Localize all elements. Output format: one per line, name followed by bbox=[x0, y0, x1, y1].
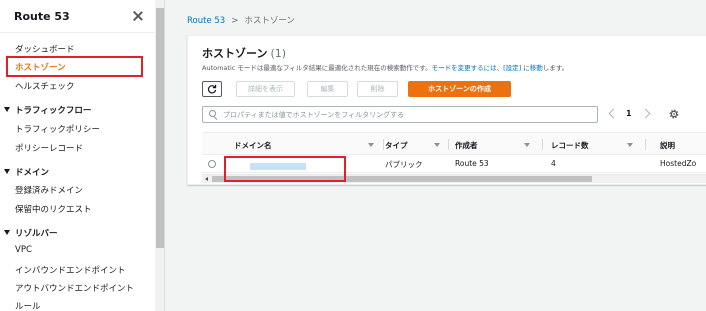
chevron-right-icon[interactable] bbox=[641, 107, 653, 121]
divider bbox=[0, 32, 155, 33]
sidebar: Route 53 ダッシュボード ホストゾーン ヘルスチェック トラフィックフロ… bbox=[0, 0, 165, 311]
row-radio[interactable] bbox=[208, 160, 216, 168]
column-header-domain[interactable]: ドメイン名 bbox=[234, 140, 272, 151]
breadcrumb-current: ホストゾーン bbox=[244, 16, 295, 26]
column-header-record-count[interactable]: レコード数 bbox=[551, 140, 589, 151]
chevron-left-icon[interactable] bbox=[606, 107, 618, 121]
description-suffix: します。 bbox=[542, 64, 569, 72]
sidebar-item-dashboard[interactable]: ダッシュボード bbox=[15, 43, 75, 55]
breadcrumb: Route 53 > ホストゾーン bbox=[187, 14, 295, 26]
column-header-type[interactable]: タイプ bbox=[385, 140, 408, 151]
description-mid: に bbox=[521, 64, 530, 72]
column-separator[interactable] bbox=[383, 139, 384, 150]
sort-icon[interactable] bbox=[368, 143, 374, 147]
settings-link[interactable]: [設定] bbox=[503, 64, 521, 72]
search-icon bbox=[209, 110, 218, 119]
sidebar-item-health-checks[interactable]: ヘルスチェック bbox=[15, 80, 75, 92]
sort-icon[interactable] bbox=[434, 143, 440, 147]
refresh-icon bbox=[207, 84, 217, 94]
view-details-button[interactable]: 詳細を表示 bbox=[236, 81, 295, 97]
panel-title-text: ホストゾーン bbox=[202, 47, 268, 60]
sidebar-item-policy-records[interactable]: ポリシーレコード bbox=[15, 142, 83, 154]
sidebar-item-rules[interactable]: ルール bbox=[15, 300, 41, 311]
main-content: Route 53 > ホストゾーン ホストゾーン (1) Automatic モードは… bbox=[166, 0, 706, 311]
panel-description: Automatic モードは最適なフィルタ結果に最適化された現在の検索動作です。… bbox=[202, 62, 568, 72]
breadcrumb-route53-link[interactable]: Route 53 bbox=[187, 16, 225, 26]
cell-type: パブリック bbox=[385, 160, 423, 169]
create-hosted-zone-button[interactable]: ホストゾーンの作成 bbox=[408, 81, 511, 97]
edit-button[interactable]: 編集 bbox=[307, 81, 348, 97]
sidebar-item-registered-domains[interactable]: 登録済みドメイン bbox=[15, 184, 83, 196]
panel-count: (1) bbox=[270, 47, 287, 60]
column-separator[interactable] bbox=[542, 139, 543, 150]
change-mode-link[interactable]: モードを変更するには、 bbox=[432, 64, 504, 72]
cell-record-count: 4 bbox=[551, 159, 556, 168]
sort-icon[interactable] bbox=[627, 143, 633, 147]
sidebar-section-traffic-flow[interactable]: トラフィックフロー bbox=[4, 104, 91, 116]
move-link[interactable]: 移動 bbox=[530, 64, 543, 72]
cell-creator: Route 53 bbox=[455, 159, 489, 168]
gear-icon[interactable] bbox=[668, 108, 680, 120]
page-title: ホストゾーン (1) bbox=[202, 45, 286, 61]
sidebar-header: Route 53 bbox=[14, 10, 146, 26]
delete-button[interactable]: 削除 bbox=[357, 81, 398, 97]
column-header-creator[interactable]: 作成者 bbox=[455, 140, 478, 151]
close-icon[interactable] bbox=[131, 9, 145, 23]
sidebar-section-resolver[interactable]: リゾルバー bbox=[4, 227, 58, 239]
column-header-description[interactable]: 説明 bbox=[660, 140, 675, 151]
section-label: ドメイン bbox=[15, 168, 50, 178]
description-text: Automatic モードは最適なフィルタ結果に最適化された現在の検索動作です。 bbox=[202, 64, 432, 72]
sort-icon[interactable] bbox=[524, 143, 530, 147]
sidebar-title: Route 53 bbox=[14, 10, 70, 23]
page-number[interactable]: 1 bbox=[626, 109, 632, 118]
search-input[interactable]: プロパティまたは値でホストゾーンをフィルタリングする bbox=[202, 106, 598, 123]
sidebar-scrollbar[interactable] bbox=[155, 0, 164, 311]
column-separator[interactable] bbox=[645, 139, 646, 150]
caret-down-icon bbox=[4, 230, 10, 235]
highlight-box bbox=[6, 56, 143, 77]
breadcrumb-separator: > bbox=[231, 16, 239, 26]
sidebar-item-vpc[interactable]: VPC bbox=[15, 245, 32, 255]
sidebar-item-traffic-policies[interactable]: トラフィックポリシー bbox=[15, 123, 100, 135]
section-label: トラフィックフロー bbox=[15, 106, 92, 116]
caret-down-icon bbox=[4, 107, 10, 112]
highlight-box bbox=[224, 156, 346, 182]
cell-description: HostedZo bbox=[660, 159, 697, 168]
sidebar-item-outbound-endpoints[interactable]: アウトバウンドエンドポイント bbox=[15, 282, 134, 294]
section-label: リゾルバー bbox=[15, 229, 58, 239]
column-separator[interactable] bbox=[448, 139, 449, 150]
sidebar-item-inbound-endpoints[interactable]: インバウンドエンドポイント bbox=[15, 264, 126, 276]
search-placeholder: プロパティまたは値でホストゾーンをフィルタリングする bbox=[223, 111, 405, 119]
sidebar-section-domains[interactable]: ドメイン bbox=[4, 166, 49, 178]
scroll-thumb[interactable] bbox=[156, 8, 164, 248]
sidebar-item-pending-requests[interactable]: 保留中のリクエスト bbox=[15, 203, 92, 215]
table-header: ドメイン名 タイプ 作成者 レコード数 説明 bbox=[202, 132, 706, 155]
refresh-button[interactable] bbox=[202, 81, 222, 97]
caret-down-icon bbox=[4, 169, 10, 174]
scroll-left-icon[interactable] bbox=[205, 177, 208, 181]
